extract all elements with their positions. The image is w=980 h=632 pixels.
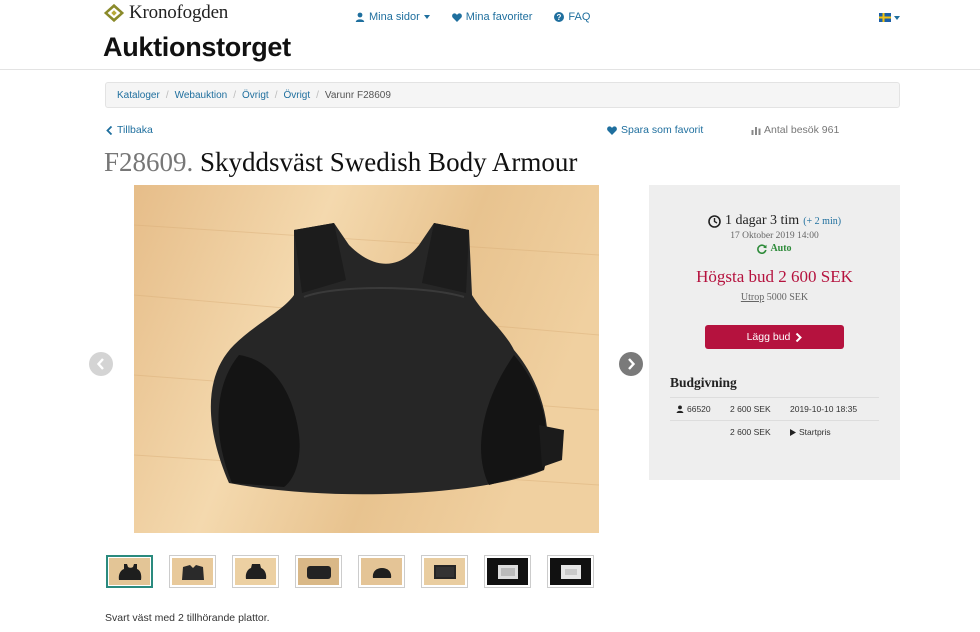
- site-header: Kronofogden Auktionstorget Mina sidor Mi…: [0, 0, 980, 70]
- chevron-left-icon: [96, 358, 104, 370]
- back-link[interactable]: Tillbaka: [106, 124, 153, 136]
- time-left: 1 dagar 3 tim (+ 2 min): [649, 213, 900, 229]
- chevron-right-icon: [628, 358, 636, 370]
- vest-thumbnail-image: [433, 564, 456, 579]
- place-bid-label: Lägg bud: [746, 331, 791, 343]
- thumbnail-6[interactable]: [421, 555, 468, 588]
- kronofogden-logo[interactable]: Kronofogden: [103, 2, 228, 24]
- breadcrumb-separator: /: [316, 89, 319, 101]
- previous-image-button[interactable]: [89, 352, 113, 376]
- faq-label: FAQ: [568, 11, 591, 23]
- save-favorite-button[interactable]: Spara som favorit: [607, 124, 703, 136]
- question-circle-icon: ?: [554, 12, 565, 22]
- thumbnail-3[interactable]: [232, 555, 279, 588]
- breadcrumb-separator: /: [165, 89, 169, 101]
- bid-amount: 2 600 SEK: [730, 427, 771, 437]
- bidding-heading: Budgivning: [670, 375, 737, 390]
- bid-time: 2019-10-10 18:35: [790, 404, 879, 414]
- bid-start-cell: Startpris: [790, 427, 879, 437]
- play-icon: [790, 428, 796, 436]
- thumbnail-5[interactable]: [358, 555, 405, 588]
- chevron-left-icon: [106, 125, 113, 135]
- vest-thumbnail-image: [181, 564, 204, 580]
- vest-thumbnail-image: [118, 563, 141, 580]
- save-favorite-label: Spara som favorit: [621, 124, 704, 136]
- visit-count: Antal besök 961: [751, 124, 839, 136]
- chevron-right-icon: [796, 332, 803, 342]
- my-pages-menu[interactable]: Mina sidor: [355, 11, 430, 23]
- reserve-value: 5000 SEK: [766, 292, 809, 303]
- thumbnail-1[interactable]: [106, 555, 153, 588]
- vest-thumbnail-image: [372, 567, 391, 578]
- time-left-value: 1 dagar 3 tim: [724, 213, 800, 228]
- logo-text: Kronofogden: [129, 2, 229, 23]
- heart-icon: [451, 12, 462, 22]
- breadcrumb-separator: /: [233, 89, 237, 101]
- bar-chart-icon: [751, 126, 761, 135]
- body-armour-vest-image: [134, 185, 599, 533]
- breadcrumb-ovrigt-sub[interactable]: Övrigt: [283, 90, 310, 101]
- back-label: Tillbaka: [117, 124, 153, 136]
- chevron-down-icon: [423, 15, 430, 19]
- item-description: Svart väst med 2 tillhörande plattor.: [105, 612, 270, 624]
- thumbnail-4[interactable]: [295, 555, 342, 588]
- reserve-price: Utrop 5000 SEK: [649, 292, 900, 303]
- bid-amount: 2 600 SEK: [730, 404, 771, 414]
- reserve-label: Utrop: [740, 292, 765, 303]
- main-photo[interactable]: [134, 185, 599, 533]
- end-date: 17 Oktober 2019 14:00: [730, 231, 819, 241]
- diamond-logo-icon: [103, 3, 125, 23]
- next-image-button[interactable]: [619, 352, 643, 376]
- bidder-cell: 66520: [670, 404, 730, 414]
- refresh-icon: [757, 243, 768, 254]
- chevron-down-icon: [894, 15, 900, 20]
- user-icon: [355, 12, 365, 22]
- breadcrumb: Kataloger / Webauktion / Övrigt / Övrigt…: [105, 82, 900, 108]
- highest-bid: Högsta bud 2 600 SEK: [696, 267, 853, 286]
- auto-label: Auto: [770, 243, 792, 254]
- item-name: Skyddsväst Swedish Body Armour: [200, 147, 578, 177]
- heart-icon: [607, 125, 617, 135]
- thumbnail-2[interactable]: [169, 555, 216, 588]
- clock-icon: [708, 214, 721, 228]
- swedish-flag-icon: [879, 13, 891, 22]
- bidding-table: 66520 2 600 SEK 2019-10-10 18:35 2 600 S…: [670, 397, 879, 443]
- breadcrumb-separator: /: [274, 89, 278, 101]
- top-nav: Mina sidor Mina favoriter ? FAQ: [355, 11, 590, 23]
- bidder-id: 66520: [687, 404, 711, 414]
- breadcrumb-current: Varunr F28609: [324, 89, 391, 101]
- bid-row: 66520 2 600 SEK 2019-10-10 18:35: [670, 397, 879, 420]
- bid-row: 2 600 SEK Startpris: [670, 420, 879, 443]
- breadcrumb-kataloger[interactable]: Kataloger: [117, 90, 160, 101]
- my-favorites-link[interactable]: Mina favoriter: [451, 11, 533, 23]
- svg-text:?: ?: [557, 13, 562, 22]
- place-bid-button[interactable]: Lägg bud: [705, 325, 844, 349]
- item-number: F28609.: [104, 147, 194, 177]
- breadcrumb-webauktion[interactable]: Webauktion: [175, 90, 228, 101]
- plate-thumbnail-image: [497, 564, 518, 579]
- vest-thumbnail-image: [245, 563, 266, 579]
- breadcrumb-ovrigt[interactable]: Övrigt: [242, 90, 269, 101]
- start-price-label: Startpris: [799, 427, 831, 437]
- thumbnail-strip: [106, 555, 594, 588]
- user-icon: [676, 405, 684, 413]
- my-favorites-label: Mina favoriter: [465, 11, 533, 23]
- page-title: Auktionstorget: [103, 32, 291, 62]
- bid-time-value: 2019-10-10 18:35: [790, 404, 858, 414]
- vest-thumbnail-image: [306, 565, 331, 579]
- thumbnail-7[interactable]: [484, 555, 531, 588]
- plate-thumbnail-image: [560, 564, 581, 579]
- language-selector[interactable]: [879, 13, 900, 22]
- auto-extend: Auto: [649, 243, 900, 254]
- time-extension: (+ 2 min): [803, 215, 842, 227]
- visit-count-label: Antal besök 961: [764, 124, 840, 136]
- faq-link[interactable]: ? FAQ: [554, 11, 590, 23]
- auction-panel: 1 dagar 3 tim (+ 2 min) 17 Oktober 2019 …: [649, 185, 900, 480]
- item-title: F28609. Skyddsväst Swedish Body Armour: [104, 147, 577, 178]
- my-pages-label: Mina sidor: [369, 11, 420, 23]
- thumbnail-8[interactable]: [547, 555, 594, 588]
